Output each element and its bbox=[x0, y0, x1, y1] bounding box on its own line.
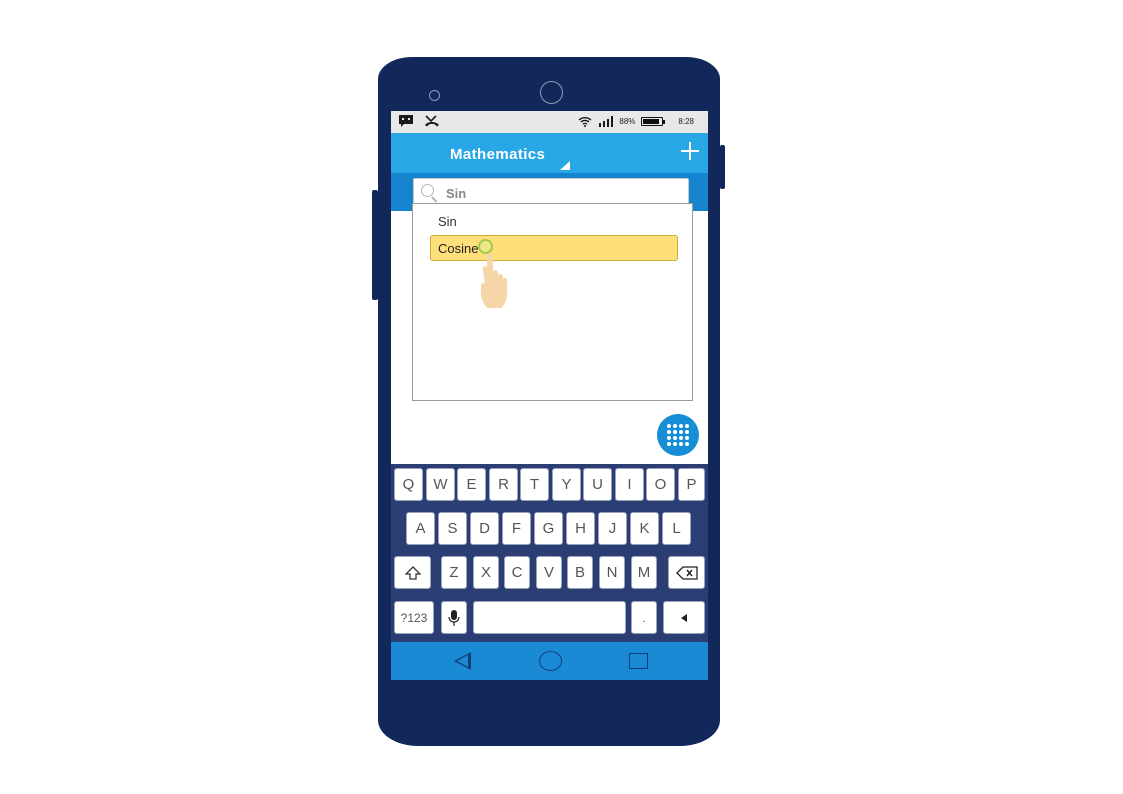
key-i[interactable]: I bbox=[615, 468, 644, 501]
key-w[interactable]: W bbox=[426, 468, 455, 501]
key-r[interactable]: R bbox=[489, 468, 518, 501]
recent-apps-icon[interactable] bbox=[629, 653, 648, 669]
key-p[interactable]: P bbox=[678, 468, 705, 501]
key-s[interactable]: S bbox=[438, 512, 467, 545]
home-icon[interactable] bbox=[539, 651, 562, 671]
key-u[interactable]: U bbox=[583, 468, 612, 501]
search-value: Sin bbox=[446, 186, 467, 201]
key-b[interactable]: B bbox=[567, 556, 593, 589]
pointing-hand-icon bbox=[481, 253, 507, 308]
search-input[interactable]: Sin bbox=[413, 178, 689, 206]
key-f[interactable]: F bbox=[502, 512, 531, 545]
microphone-icon bbox=[448, 609, 460, 626]
key-x[interactable]: X bbox=[473, 556, 499, 589]
battery-percent: 88% bbox=[619, 117, 636, 126]
apps-grid-button[interactable] bbox=[657, 414, 699, 456]
message-icon bbox=[399, 115, 413, 127]
clock: 8:28 bbox=[678, 117, 694, 126]
suggestion-item-sin[interactable]: Sin bbox=[438, 214, 457, 229]
key-j[interactable]: J bbox=[598, 512, 627, 545]
key-y[interactable]: Y bbox=[552, 468, 581, 501]
sensor-icon bbox=[429, 90, 440, 101]
key-l[interactable]: L bbox=[662, 512, 691, 545]
key-e[interactable]: E bbox=[457, 468, 486, 501]
title-dropdown-icon[interactable] bbox=[560, 161, 570, 170]
key-v[interactable]: V bbox=[536, 556, 562, 589]
key-z[interactable]: Z bbox=[441, 556, 467, 589]
suggestion-dropdown: Sin Cosine bbox=[412, 203, 693, 401]
key-h[interactable]: H bbox=[566, 512, 595, 545]
period-key[interactable]: . bbox=[631, 601, 657, 634]
grid-dots-icon bbox=[667, 424, 689, 446]
key-c[interactable]: C bbox=[504, 556, 530, 589]
key-k[interactable]: K bbox=[630, 512, 659, 545]
key-n[interactable]: N bbox=[599, 556, 625, 589]
signal-icon bbox=[599, 116, 614, 127]
system-navigation-bar bbox=[391, 642, 708, 680]
key-m[interactable]: M bbox=[631, 556, 657, 589]
on-screen-keyboard: Q W E R T Y U I O P A S D F G H J K L Z … bbox=[391, 464, 708, 642]
power-button bbox=[720, 145, 725, 189]
back-icon[interactable] bbox=[454, 652, 471, 670]
app-bar: Mathematics bbox=[391, 133, 708, 173]
spacebar[interactable] bbox=[473, 601, 626, 634]
key-t[interactable]: T bbox=[520, 468, 549, 501]
symbols-key[interactable]: ?123 bbox=[394, 601, 434, 634]
phone-screen: 88% 8:28 Mathematics Sin Sin Cosine Q W … bbox=[391, 111, 708, 680]
backspace-icon bbox=[675, 565, 698, 580]
backspace-key[interactable] bbox=[668, 556, 705, 589]
enter-icon bbox=[681, 613, 687, 622]
shift-icon bbox=[404, 565, 421, 580]
plus-icon[interactable] bbox=[681, 141, 701, 161]
wifi-icon bbox=[578, 117, 592, 127]
front-camera-icon bbox=[540, 81, 563, 104]
key-a[interactable]: A bbox=[406, 512, 435, 545]
status-bar: 88% 8:28 bbox=[391, 111, 708, 133]
shift-key[interactable] bbox=[394, 556, 431, 589]
battery-icon bbox=[641, 117, 666, 126]
missed-call-icon bbox=[425, 115, 439, 127]
key-d[interactable]: D bbox=[470, 512, 499, 545]
key-q[interactable]: Q bbox=[394, 468, 423, 501]
search-icon bbox=[421, 184, 434, 197]
suggestion-label: Cosine bbox=[438, 241, 479, 256]
microphone-key[interactable] bbox=[441, 601, 467, 634]
enter-key[interactable] bbox=[663, 601, 705, 634]
suggestion-item-cosine[interactable]: Cosine bbox=[430, 235, 678, 261]
key-g[interactable]: G bbox=[534, 512, 563, 545]
key-o[interactable]: O bbox=[646, 468, 675, 501]
app-title[interactable]: Mathematics bbox=[450, 146, 545, 163]
